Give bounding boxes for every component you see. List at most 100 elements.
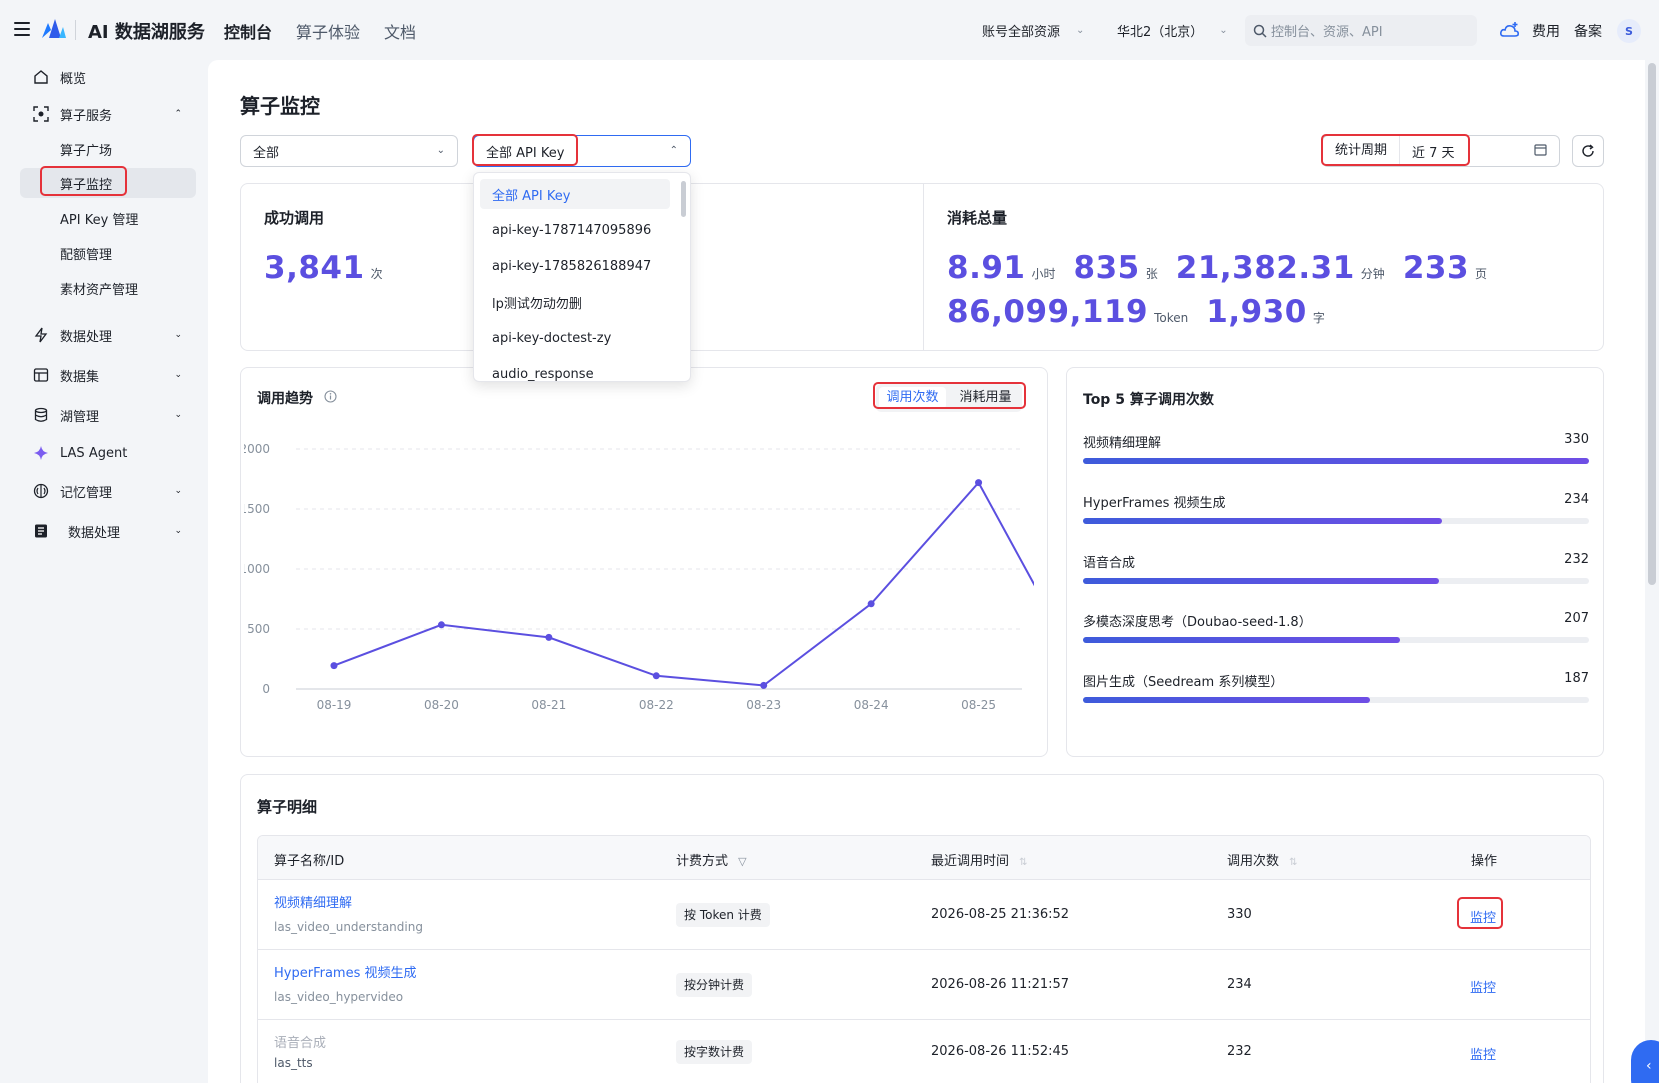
sidebar-item-las-agent[interactable]: LAS Agent: [20, 438, 196, 468]
billing-tag: 按分钟计费: [676, 973, 753, 997]
apikey-filter-select[interactable]: 全部 API Key ⌃: [473, 135, 691, 167]
operator-id: las_video_understanding: [274, 920, 423, 934]
top5-name: 语音合成: [1083, 556, 1136, 571]
operator-filter-value: 全部: [253, 145, 280, 161]
dropdown-scrollbar[interactable]: [681, 181, 686, 217]
nav-console[interactable]: 控制台: [224, 19, 272, 43]
sidebar-item-label: 数据处理: [60, 329, 113, 345]
top5-value: 187: [1564, 671, 1589, 686]
info-icon[interactable]: [324, 390, 337, 403]
chevron-down-icon: ⌄: [174, 330, 182, 340]
toggle-consumption[interactable]: 消耗用量: [952, 387, 1019, 409]
billing-link[interactable]: 费用: [1532, 21, 1560, 41]
top5-value: 207: [1564, 611, 1589, 626]
top5-name: 图片生成（Seedream 系列模型）: [1083, 675, 1284, 690]
operator-filter-select[interactable]: 全部 ⌄: [240, 135, 458, 167]
scrollbar-thumb[interactable]: [1648, 63, 1656, 585]
consume-unit: 分钟: [1360, 267, 1385, 281]
sidebar-item-label: 数据集: [60, 369, 100, 385]
data-point: [867, 600, 875, 608]
sort-icon[interactable]: ⇅: [1019, 857, 1027, 868]
sidebar-item-label: 湖管理: [60, 409, 100, 425]
sidebar-item-data-processing[interactable]: 数据处理 ⌄: [20, 320, 196, 350]
monitor-link[interactable]: 监控: [1470, 907, 1496, 926]
lightning-icon: [32, 326, 50, 344]
dropdown-option[interactable]: api-key-1787147095896: [480, 215, 670, 245]
consume-unit: 页: [1475, 267, 1488, 281]
operator-service-icon: [32, 105, 50, 123]
global-search-input[interactable]: 控制台、资源、API: [1245, 15, 1477, 46]
sidebar-item-operator-service[interactable]: 算子服务 ⌃: [20, 99, 196, 129]
page-scrollbar[interactable]: [1645, 60, 1659, 1083]
stats-divider: [923, 184, 924, 350]
nav-docs[interactable]: 文档: [384, 19, 416, 43]
dropdown-option[interactable]: audio_response: [480, 359, 670, 382]
sidebar-item-dataset[interactable]: 数据集 ⌄: [20, 360, 196, 390]
toggle-call-count[interactable]: 调用次数: [879, 387, 946, 409]
filter-icon[interactable]: ▽: [738, 855, 746, 868]
consume-value: 86,099,119: [947, 294, 1149, 330]
refresh-button[interactable]: [1572, 135, 1604, 167]
header-count[interactable]: 调用次数 ⇅: [1227, 850, 1298, 869]
top-bar: AI 数据湖服务 控制台 算子体验 文档 账号全部资源 ⌄ 华北2（北京） ⌄ 控制…: [0, 0, 1659, 60]
last-call-time: 2026-08-26 11:52:45: [931, 1044, 1070, 1059]
region-select[interactable]: 华北2（北京） ⌄: [1105, 15, 1240, 45]
operator-name-link[interactable]: 视频精细理解: [274, 892, 352, 911]
x-tick-label: 08-21: [531, 698, 566, 712]
filing-link[interactable]: 备案: [1574, 21, 1602, 41]
monitor-link[interactable]: 监控: [1470, 977, 1496, 996]
operator-id: las_tts: [274, 1056, 313, 1070]
dropdown-option[interactable]: 全部 API Key: [480, 179, 670, 209]
trend-title: 调用趋势: [257, 391, 313, 407]
sidebar-item-operator-monitor[interactable]: 算子监控: [20, 168, 196, 198]
top5-title: Top 5 算子调用次数: [1083, 392, 1214, 408]
sidebar-item-api-key[interactable]: API Key 管理: [20, 203, 196, 233]
monitor-link[interactable]: 监控: [1470, 1044, 1496, 1063]
top5-bar: [1083, 518, 1442, 524]
dropdown-option[interactable]: api-key-1785826188947: [480, 251, 670, 281]
refresh-icon: [1582, 144, 1594, 157]
table-row: 视频精细理解 las_video_understanding 按 Token 计…: [258, 880, 1590, 950]
sidebar-item-operator-plaza[interactable]: 算子广场: [20, 134, 196, 164]
data-point: [652, 672, 660, 680]
table-row: 语音合成 las_tts 按字数计费 2026-08-26 11:52:45 2…: [258, 1020, 1590, 1083]
sidebar-item-assets[interactable]: 素材资产管理: [20, 273, 196, 303]
hamburger-menu-icon[interactable]: [14, 22, 30, 36]
avatar[interactable]: S: [1617, 19, 1641, 43]
consume-title: 消耗总量: [947, 209, 1008, 227]
database-icon: [32, 406, 50, 424]
region-select-value: 华北2（北京）: [1117, 24, 1204, 40]
dropdown-option[interactable]: api-key-doctest-zy: [480, 323, 670, 353]
sidebar-item-data-processing-2[interactable]: 数据处理 ⌄: [20, 516, 196, 546]
cloud-user-icon[interactable]: [1500, 21, 1520, 39]
brand-title: AI 数据湖服务: [88, 22, 205, 43]
y-tick-label: 1000: [244, 562, 270, 576]
sidebar-item-lake[interactable]: 湖管理 ⌄: [20, 400, 196, 430]
series-line: [333, 480, 1034, 687]
header-action: 操作: [1471, 854, 1498, 869]
page-title: 算子监控: [240, 94, 320, 118]
sidebar-item-quota[interactable]: 配额管理: [20, 238, 196, 268]
operator-name-link[interactable]: 语音合成: [274, 1032, 326, 1051]
sparkle-icon: [32, 444, 50, 462]
account-select[interactable]: 账号全部资源 ⌄: [970, 15, 1096, 45]
period-label: 统计周期: [1323, 136, 1401, 166]
operator-name-link[interactable]: HyperFrames 视频生成: [274, 962, 416, 981]
x-tick-label: 08-22: [639, 698, 674, 712]
header-time[interactable]: 最近调用时间 ⇅: [931, 850, 1028, 869]
table-icon: [32, 366, 50, 384]
sort-icon[interactable]: ⇅: [1289, 857, 1297, 868]
x-tick-label: 08-25: [961, 698, 996, 712]
collapse-panel-button[interactable]: ‹: [1631, 1040, 1659, 1083]
consume-unit: 小时: [1031, 267, 1056, 281]
top5-name: 视频精细理解: [1083, 436, 1162, 451]
header-billing-label: 计费方式: [676, 854, 729, 869]
header-billing[interactable]: 计费方式 ▽: [676, 850, 747, 869]
top5-track: [1083, 578, 1589, 584]
dropdown-option[interactable]: lp测试勿动勿删: [480, 287, 670, 317]
sidebar-item-memory[interactable]: 记忆管理 ⌄: [20, 476, 196, 506]
sidebar-item-overview[interactable]: 概览: [20, 62, 196, 92]
period-select[interactable]: 统计周期 近 7 天: [1322, 135, 1560, 167]
nav-operator-experience[interactable]: 算子体验: [296, 19, 360, 43]
detail-title: 算子明细: [257, 798, 318, 816]
